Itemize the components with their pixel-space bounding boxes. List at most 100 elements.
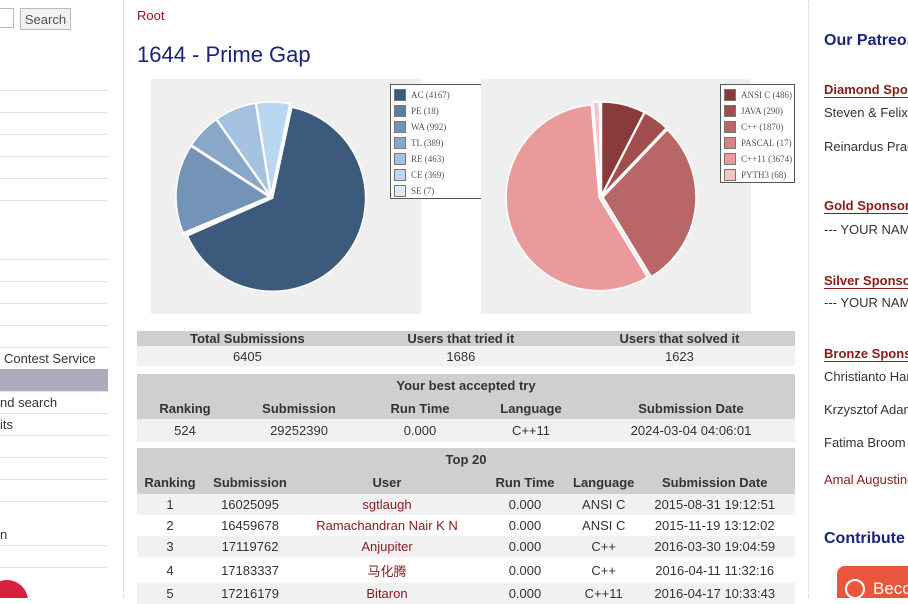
best-header: Ranking (137, 397, 233, 419)
sidebar-divider (0, 545, 108, 546)
legend-label: AC (4167) (411, 90, 450, 100)
stats-header: Total Submissions (137, 331, 358, 346)
sponsor-name: Krzysztof Adamek (824, 402, 908, 417)
date-cell: 2016-03-30 19:04:59 (634, 536, 795, 557)
best-run-time: 0.000 (365, 419, 475, 442)
total-submissions-value: 6405 (137, 346, 358, 366)
users-tried-value: 1686 (357, 346, 564, 366)
legend-swatch (724, 89, 736, 101)
legend-entry: PYTH3 (68) (724, 167, 791, 183)
legend-label: CE (369) (411, 170, 445, 180)
legend-label: TL (389) (411, 138, 444, 148)
sponsor-link[interactable]: Amal Augustine (824, 472, 908, 487)
language-cell: ANSI C (573, 494, 635, 515)
legend-label: WA (992) (411, 122, 447, 132)
table-row: 3 17119762 Anjupiter 0.000 C++ 2016-03-3… (137, 536, 795, 557)
legend-label: C++11 (3674) (741, 154, 793, 164)
column-separator (808, 0, 809, 598)
legend-label: RE (463) (411, 154, 445, 164)
user-link[interactable]: sgtlaugh (297, 494, 477, 515)
legend-entry: SE (7) (394, 183, 481, 199)
date-cell: 2015-11-19 13:12:02 (634, 515, 795, 536)
sponsor-name: --- YOUR NAME HERE --- (824, 222, 908, 237)
column-separator (123, 0, 124, 598)
top20-header: User (297, 471, 477, 494)
sponsor-name: Christianto Handojo (824, 369, 908, 384)
user-link[interactable]: 马化腾 (297, 557, 477, 583)
verdict-pie-chart (151, 79, 421, 314)
date-cell: 2015-08-31 19:12:51 (634, 494, 795, 515)
top20-header: Submission (203, 471, 297, 494)
legend-swatch (724, 137, 736, 149)
user-link[interactable]: Bitaron (297, 583, 477, 604)
legend-swatch (394, 105, 406, 117)
sponsor-name: Fatima Broom (824, 435, 906, 450)
sidebar-divider (0, 178, 108, 179)
submission-cell[interactable]: 16025095 (203, 494, 297, 515)
user-link[interactable]: Anjupiter (297, 536, 477, 557)
sidebar-divider (0, 112, 108, 113)
runtime-cell: 0.000 (477, 494, 573, 515)
legend-entry: CE (369) (394, 167, 481, 183)
legend-label: SE (7) (411, 186, 435, 196)
right-sidebar: Our Patreon Diamond Sponsors Steven & Fe… (824, 0, 908, 598)
sidebar-divider (0, 501, 108, 502)
legend-entry: ANSI C (486) (724, 87, 792, 103)
legend-swatch (394, 153, 406, 165)
search-input[interactable] (0, 8, 14, 28)
legend-swatch (394, 121, 406, 133)
legend-swatch (394, 137, 406, 149)
stats-table: Total Submissions Users that tried it Us… (137, 331, 795, 366)
top20-header: Submission Date (634, 471, 795, 494)
search-button[interactable]: Search (20, 8, 71, 30)
bronze-sponsors-heading: Bronze Sponsors (824, 346, 908, 362)
rank-cell: 5 (137, 583, 203, 604)
top20-title: Top 20 (137, 448, 795, 471)
top20-header: Language (573, 471, 635, 494)
language-cell: C++11 (573, 583, 635, 604)
legend-entry: PASCAL (17) (724, 135, 792, 151)
submission-cell[interactable]: 17119762 (203, 536, 297, 557)
sidebar-divider (0, 391, 108, 392)
language-cell: C++ (573, 536, 635, 557)
submission-cell[interactable]: 16459678 (203, 515, 297, 536)
patreon-button-label: Become a Patron (873, 579, 908, 598)
legend-swatch (724, 153, 736, 165)
rank-cell: 4 (137, 557, 203, 583)
best-submission[interactable]: 29252390 (233, 419, 365, 442)
sidebar-item-n[interactable]: n (0, 527, 7, 542)
rank-cell: 3 (137, 536, 203, 557)
patreon-heading: Our Patreon (824, 32, 908, 49)
language-legend: ANSI C (486) JAVA (290) C++ (1870) PASCAL (… (720, 84, 795, 183)
red-circle-button[interactable] (0, 580, 28, 598)
legend-swatch (724, 169, 736, 181)
page-title: 1644 - Prime Gap (137, 42, 311, 67)
stats-header: Users that tried it (357, 331, 564, 346)
patreon-icon (845, 579, 865, 598)
legend-entry: C++ (1870) (724, 119, 791, 135)
table-row: 5 17216179 Bitaron 0.000 C++11 2016-04-1… (137, 583, 795, 604)
sidebar-item-its[interactable]: its (0, 417, 13, 432)
language-cell: ANSI C (573, 515, 635, 536)
patreon-button[interactable]: Become a Patron (837, 566, 908, 598)
submission-cell[interactable]: 17216179 (203, 583, 297, 604)
rank-cell: 1 (137, 494, 203, 515)
contribute-heading: Contribute (824, 530, 905, 547)
sidebar-divider (0, 200, 108, 201)
user-link[interactable]: Ramachandran Nair K N (297, 515, 477, 536)
table-row: 1 16025095 sgtlaugh 0.000 ANSI C 2015-08… (137, 494, 795, 515)
sidebar-divider (0, 303, 108, 304)
verdict-pie-svg (175, 101, 367, 292)
sidebar-item-contest-service[interactable]: Contest Service (4, 351, 96, 366)
sidebar-divider (0, 457, 108, 458)
sidebar-item-search[interactable]: nd search (0, 395, 57, 410)
best-try-table: Your best accepted try Ranking Submissio… (137, 374, 795, 442)
date-cell: 2016-04-17 10:33:43 (634, 583, 795, 604)
breadcrumb-root[interactable]: Root (137, 8, 164, 23)
sidebar-divider (0, 259, 108, 260)
legend-entry: RE (463) (394, 151, 481, 167)
submission-cell[interactable]: 17183337 (203, 557, 297, 583)
language-pie-chart (481, 79, 751, 314)
legend-label: ANSI C (486) (741, 90, 792, 100)
sidebar-divider (0, 567, 108, 568)
